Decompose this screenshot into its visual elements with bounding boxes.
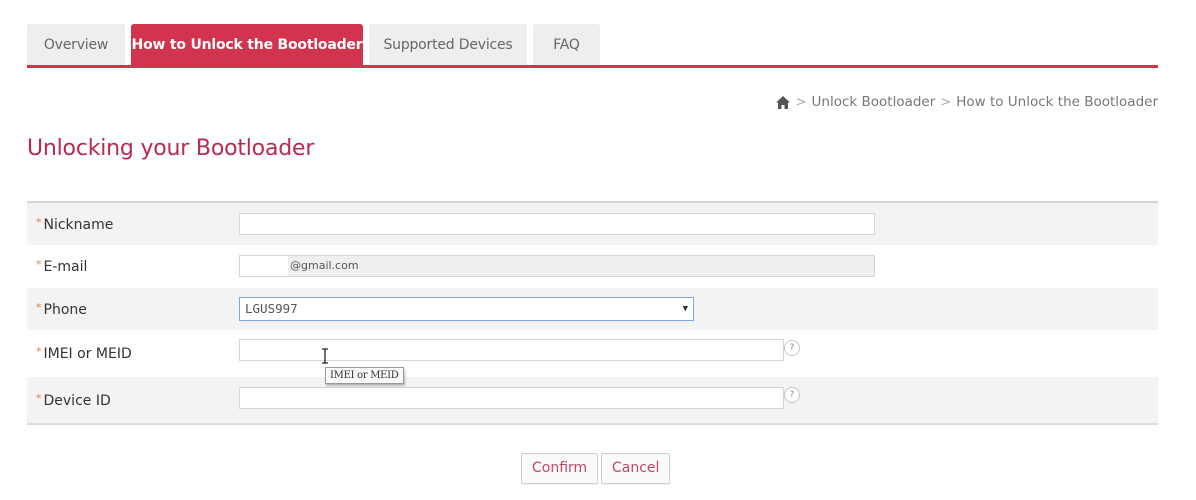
device-id-row: * Device ID ? [27,377,1158,423]
tab-faq[interactable]: FAQ [533,24,600,65]
imei-tooltip: IMEI or MEID [325,367,404,384]
email-redaction [240,256,288,276]
phone-row: * Phone LGUS997 ▼ [27,288,1158,330]
imei-label-text: IMEI or MEID [43,346,132,362]
device-id-help-icon[interactable]: ? [784,387,800,403]
email-label-text: E-mail [43,259,88,275]
breadcrumb-separator: > [795,94,807,110]
required-marker: * [36,345,42,358]
email-row: * E-mail @gmail.com [27,245,1158,288]
phone-selected-value: LGUS997 [245,301,298,316]
unlock-form: * Nickname * E-mail @gmail.com * Phone LGUS… [27,201,1158,425]
phone-label: * Phone [36,301,87,318]
imei-help-icon[interactable]: ? [784,340,800,356]
required-marker: * [36,258,42,271]
breadcrumb-current: How to Unlock the Bootloader [956,94,1158,110]
phone-select[interactable]: LGUS997 ▼ [239,297,694,321]
breadcrumb-separator: > [940,94,952,110]
required-marker: * [36,215,42,229]
home-icon[interactable] [775,95,791,110]
cancel-button[interactable]: Cancel [601,453,671,484]
phone-label-text: Phone [43,301,87,318]
dropdown-arrow-icon: ▼ [682,304,688,314]
page-title: Unlocking your Bootloader [27,136,315,161]
email-value: @gmail.com [290,259,359,272]
tab-overview[interactable]: Overview [27,24,125,65]
tab-how-to-unlock[interactable]: How to Unlock the Bootloader [131,24,363,66]
imei-row: * IMEI or MEID ? [27,330,1158,377]
breadcrumb-unlock-bootloader[interactable]: Unlock Bootloader [812,94,936,110]
device-id-input[interactable] [239,387,784,409]
nickname-label-text: Nickname [43,216,114,233]
tab-supported-devices[interactable]: Supported Devices [369,24,527,65]
device-id-label-text: Device ID [43,392,111,409]
nickname-label: * Nickname [36,216,113,233]
confirm-button[interactable]: Confirm [521,453,599,484]
nickname-row: * Nickname [27,203,1158,245]
imei-label: * IMEI or MEID [36,345,132,362]
email-input[interactable]: @gmail.com [239,255,875,277]
breadcrumb: > Unlock Bootloader > How to Unlock the … [775,94,1158,110]
text-cursor-icon [322,348,328,364]
required-marker: * [36,391,42,405]
required-marker: * [36,300,42,314]
email-label: * E-mail [36,258,87,275]
device-id-label: * Device ID [36,392,111,409]
tab-bar: Overview How to Unlock the Bootloader Su… [27,24,1158,68]
tab-underline [27,65,1158,68]
nickname-input[interactable] [239,213,875,235]
